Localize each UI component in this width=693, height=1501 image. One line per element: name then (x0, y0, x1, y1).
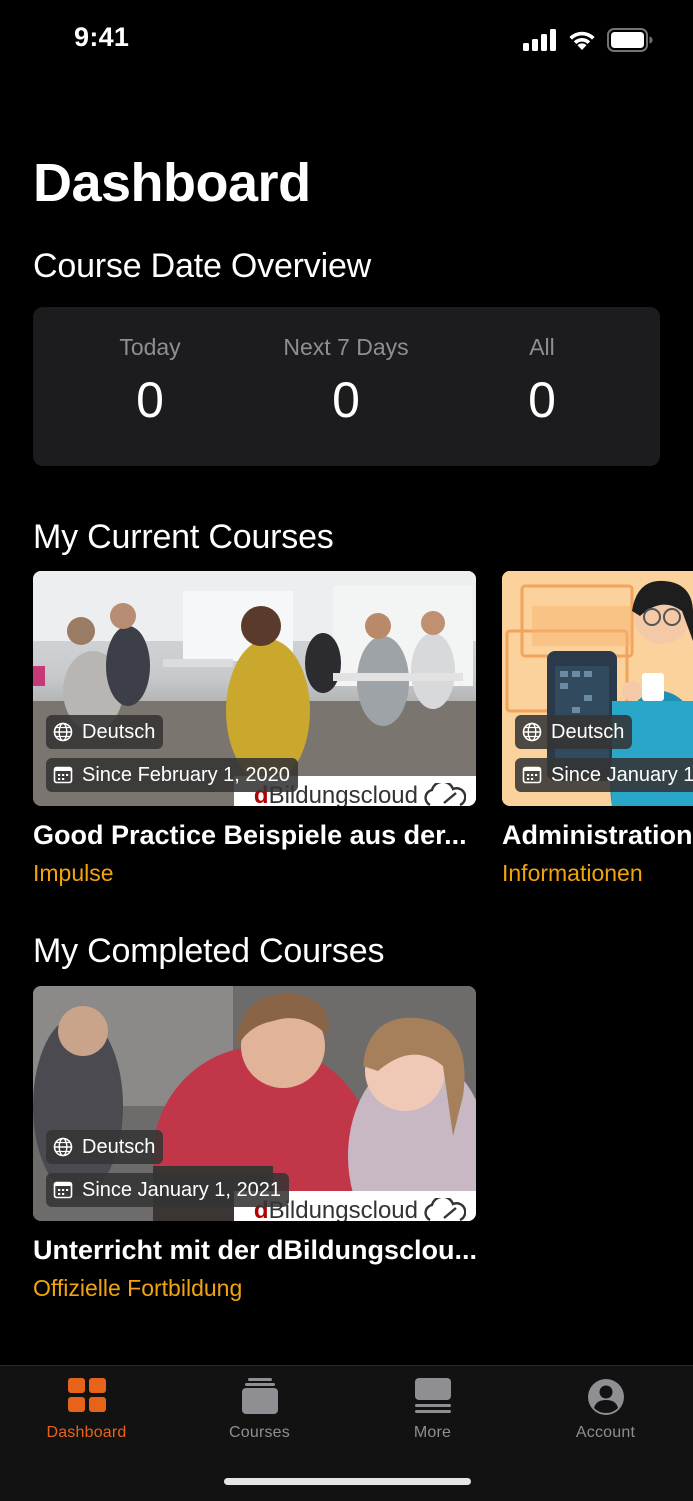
course-title: Unterricht mit der dBildungsclou... (33, 1235, 478, 1265)
tab-account-label: Account (575, 1424, 636, 1441)
status-time: 9:41 (74, 22, 130, 52)
calendar-icon (522, 766, 542, 784)
tab-dashboard-label: Dashboard (46, 1424, 127, 1441)
overview-today-value: 0 (136, 372, 164, 428)
date-badge: Since January 1 (515, 758, 693, 792)
overview-all-value: 0 (528, 372, 556, 428)
current-courses-heading: My Current Courses (33, 518, 334, 556)
date-badge: Since February 1, 2020 (46, 758, 298, 792)
course-category: Informationen (502, 860, 643, 886)
overview-next7[interactable]: Next 7 Days 0 (246, 307, 446, 429)
language-label: Deutsch (82, 1135, 156, 1158)
globe-icon (53, 1137, 73, 1157)
battery-icon (607, 28, 653, 52)
globe-icon (53, 722, 73, 742)
overview-next7-label: Next 7 Days (283, 334, 409, 360)
since-label: Since February 1, 2020 (82, 763, 290, 786)
courses-stack-icon (241, 1378, 278, 1414)
since-label: Since January 1, 2021 (82, 1178, 282, 1201)
completed-courses-heading: My Completed Courses (33, 932, 385, 970)
calendar-icon (53, 766, 73, 784)
overview-today-label: Today (119, 334, 181, 360)
dashboard-grid-icon (67, 1378, 106, 1412)
overview-heading: Course Date Overview (33, 247, 372, 285)
overview-today[interactable]: Today 0 (50, 307, 250, 429)
course-title: Good Practice Beispiele aus der... (33, 820, 467, 850)
cloud-icon (424, 1198, 466, 1221)
course-category: Offizielle Fortbildung (33, 1275, 243, 1301)
course-title: Administration (502, 820, 693, 850)
language-badge: Deutsch (46, 1130, 164, 1164)
overview-all-label: All (529, 334, 555, 360)
tab-more-label: More (413, 1424, 452, 1441)
more-list-icon (414, 1378, 451, 1413)
language-badge: Deutsch (46, 715, 164, 749)
home-indicator (224, 1478, 471, 1485)
cellular-signal-icon (523, 29, 556, 51)
course-date-overview: Today 0 Next 7 Days 0 All 0 (33, 307, 660, 466)
tab-courses-label: Courses (229, 1424, 290, 1441)
calendar-icon (53, 1181, 73, 1199)
globe-icon (522, 722, 542, 742)
language-label: Deutsch (82, 720, 156, 743)
language-badge: Deutsch (515, 715, 633, 749)
course-category: Impulse (33, 860, 114, 886)
overview-next7-value: 0 (332, 372, 360, 428)
language-label: Deutsch (551, 720, 625, 743)
wifi-icon (569, 31, 595, 50)
overview-all[interactable]: All 0 (442, 307, 642, 429)
cloud-icon (424, 783, 466, 806)
status-icons (523, 26, 653, 54)
date-badge: Since January 1, 2021 (46, 1173, 290, 1207)
page-title: Dashboard (33, 153, 311, 213)
since-label: Since January 1 (551, 763, 693, 786)
account-person-icon (587, 1379, 624, 1415)
